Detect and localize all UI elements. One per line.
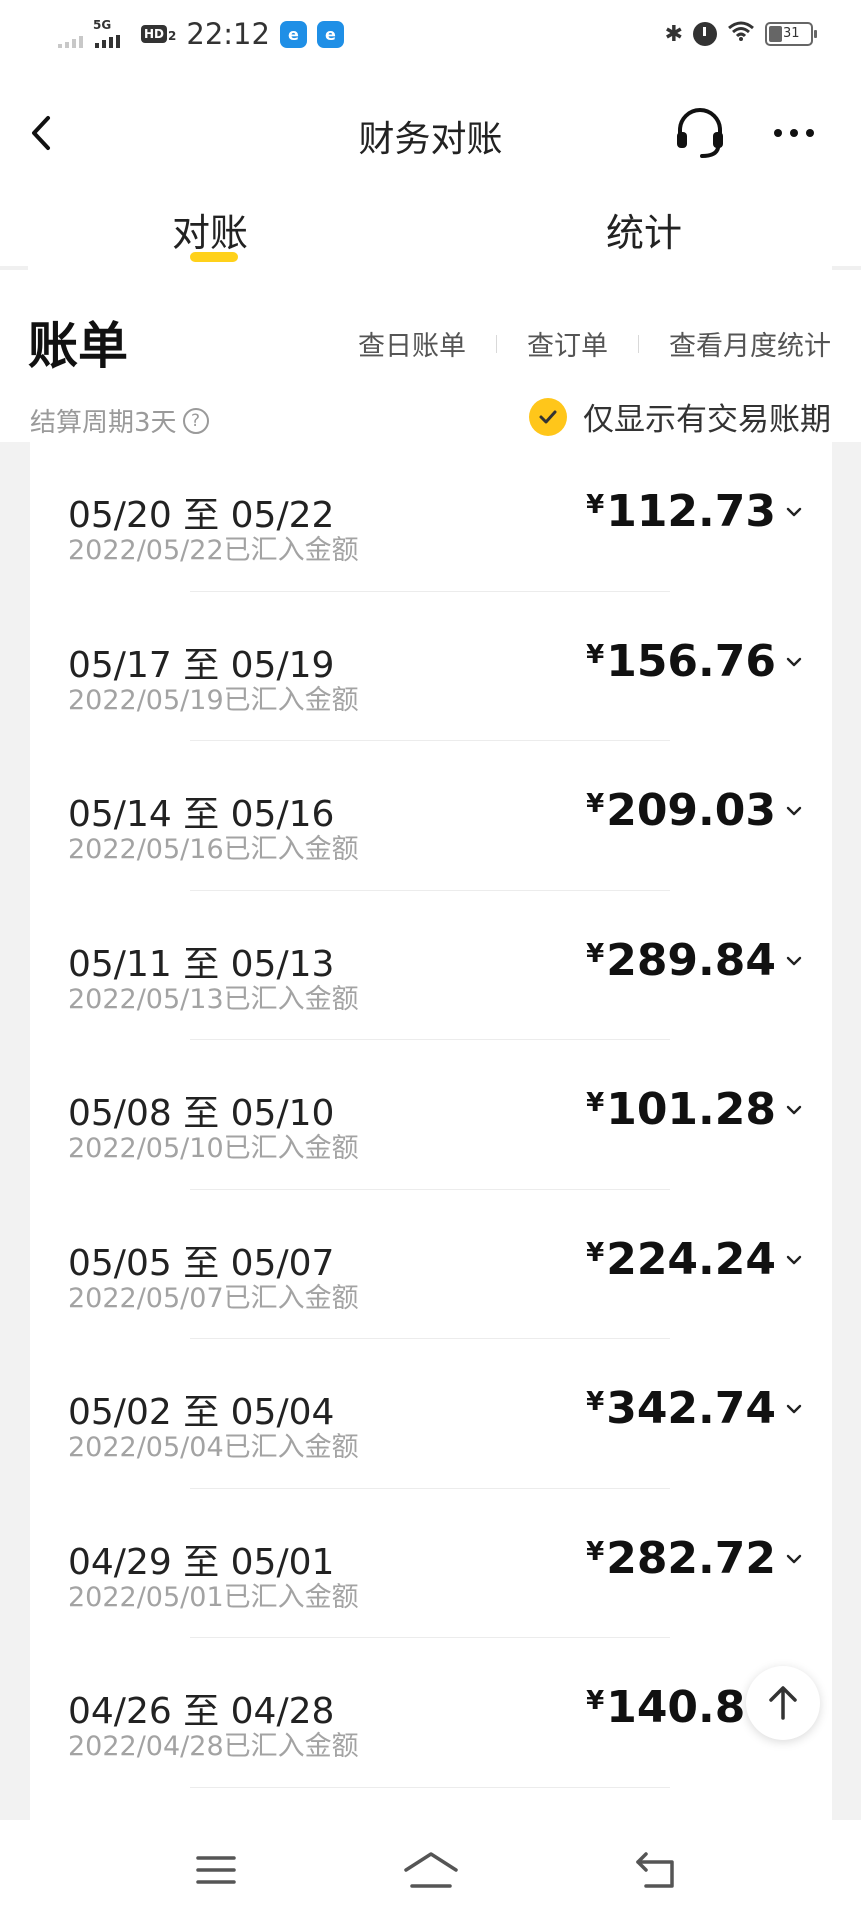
bill-row[interactable]: 05/05 至 05/07 2022/05/07已汇入金额 ¥224.24 <box>30 1190 832 1339</box>
back-nav-icon[interactable] <box>634 1850 678 1892</box>
chevron-down-icon[interactable] <box>786 803 802 819</box>
credited-date: 2022/05/10已汇入金额 <box>68 1133 359 1164</box>
link-divider <box>496 334 497 353</box>
chevron-down-icon[interactable] <box>786 953 802 969</box>
credited-date: 2022/05/07已汇入金额 <box>68 1282 359 1314</box>
amount-value: 101.28 <box>606 1084 776 1135</box>
back-to-top-button[interactable] <box>746 1666 820 1740</box>
bill-row[interactable]: 05/17 至 05/19 2022/05/19已汇入金额 ¥156.76 <box>30 592 832 741</box>
chevron-down-icon[interactable] <box>786 1252 802 1268</box>
help-icon[interactable]: ? <box>182 407 209 434</box>
row-divider <box>190 1786 670 1788</box>
bill-row[interactable]: 05/20 至 05/22 2022/05/22已汇入金额 ¥112.73 <box>30 442 832 592</box>
chevron-down-icon[interactable] <box>786 1102 802 1118</box>
orders-link[interactable]: 查订单 <box>527 324 608 363</box>
alarm-icon <box>693 22 717 46</box>
daily-bill-link[interactable]: 查日账单 <box>358 324 466 363</box>
bill-title: 账单 <box>28 317 128 375</box>
bill-amount: ¥209.03 <box>586 785 776 836</box>
more-icon[interactable] <box>768 108 820 158</box>
credited-date: 2022/05/19已汇入金额 <box>68 684 359 716</box>
battery-icon: 31 <box>765 22 817 46</box>
network-type: 5G <box>93 18 112 32</box>
bill-row[interactable]: 04/29 至 05/01 2022/05/01已汇入金额 ¥282.72 <box>30 1489 832 1638</box>
amount-value: 342.74 <box>606 1383 776 1434</box>
currency-symbol: ¥ <box>586 938 605 969</box>
hd-voice-icon: HD 2 <box>141 25 176 43</box>
headset-icon[interactable] <box>672 106 728 160</box>
bill-amount: ¥224.24 <box>586 1234 776 1285</box>
bill-row[interactable]: 04/26 至 04/28 2022/04/28已汇入金额 ¥140.80 <box>30 1638 832 1788</box>
bill-list: 05/20 至 05/22 2022/05/22已汇入金额 ¥112.73 05… <box>30 442 832 1820</box>
currency-symbol: ¥ <box>586 789 605 819</box>
filter-label: 仅显示有交易账期 <box>583 402 831 438</box>
credited-date: 2022/05/13已汇入金额 <box>68 983 359 1015</box>
page-title: 财务对账 <box>358 119 503 160</box>
chevron-down-icon[interactable] <box>786 504 802 520</box>
tab-bar: 对账 统计 <box>0 190 861 270</box>
currency-symbol: ¥ <box>586 1387 605 1417</box>
amount-value: 289.84 <box>606 934 776 986</box>
currency-symbol: ¥ <box>586 1088 605 1118</box>
settlement-cycle-text: 结算周期3天 <box>30 408 177 438</box>
active-tab-indicator <box>190 252 238 262</box>
system-navigation-bar <box>0 1820 861 1920</box>
bill-row[interactable]: 05/02 至 05/04 2022/05/04已汇入金额 ¥342.74 <box>30 1339 832 1489</box>
currency-symbol: ¥ <box>586 490 605 520</box>
home-icon[interactable] <box>402 1850 460 1894</box>
status-time: 22:12 <box>186 17 270 51</box>
menu-icon[interactable] <box>194 1850 238 1890</box>
status-bar: 5G HD 2 22:12 e e ✱ 31 <box>0 0 861 66</box>
chevron-down-icon[interactable] <box>786 1551 802 1567</box>
currency-symbol: ¥ <box>586 1686 605 1716</box>
chevron-down-icon[interactable] <box>786 654 802 670</box>
bill-row[interactable]: 05/14 至 05/16 2022/05/16已汇入金额 ¥209.03 <box>30 741 832 891</box>
monthly-stats-link[interactable]: 查看月度统计 <box>669 324 831 363</box>
checkbox-checked-icon[interactable] <box>529 397 567 436</box>
wifi-icon <box>727 20 755 48</box>
tab-statistics[interactable]: 统计 <box>606 202 682 257</box>
currency-symbol: ¥ <box>586 1237 605 1268</box>
credited-date: 2022/05/01已汇入金额 <box>68 1581 359 1613</box>
bill-row[interactable]: 05/11 至 05/13 2022/05/13已汇入金额 ¥289.84 <box>30 891 832 1040</box>
bluetooth-icon: ✱ <box>664 21 683 47</box>
amount-value: 156.76 <box>606 635 776 687</box>
signal-weak-icon <box>58 34 83 48</box>
signal-5g-icon: 5G <box>93 18 123 50</box>
chevron-down-icon[interactable] <box>786 1401 802 1417</box>
credited-date: 2022/05/22已汇入金额 <box>68 535 359 566</box>
app-notification-icon: e <box>316 20 344 48</box>
amount-value: 282.72 <box>606 1532 776 1584</box>
arrow-up-icon <box>769 1686 797 1720</box>
currency-symbol: ¥ <box>586 1536 605 1567</box>
tab-reconciliation[interactable]: 对账 <box>172 202 248 257</box>
bill-row[interactable]: 05/08 至 05/10 2022/05/10已汇入金额 ¥101.28 <box>30 1040 832 1190</box>
bill-amount: ¥101.28 <box>586 1084 776 1135</box>
app-notification-icon: e <box>279 20 307 48</box>
settlement-cycle: 结算周期3天 ? <box>30 402 209 439</box>
credited-date: 2022/05/04已汇入金额 <box>68 1432 359 1463</box>
amount-value: 209.03 <box>606 785 776 836</box>
bill-header: 账单 查日账单 查订单 查看月度统计 结算周期3天 ? 仅显示有交易账期 <box>0 270 861 450</box>
credited-date: 2022/05/16已汇入金额 <box>68 834 359 865</box>
bill-links: 查日账单 查订单 查看月度统计 <box>358 324 831 363</box>
bill-amount: ¥289.84 <box>586 935 776 986</box>
credited-date: 2022/04/28已汇入金额 <box>68 1731 359 1762</box>
bill-amount: ¥342.74 <box>586 1383 776 1434</box>
amount-value: 112.73 <box>606 486 776 537</box>
bill-amount: ¥282.72 <box>586 1533 776 1584</box>
nav-bar: 财务对账 <box>0 96 861 172</box>
bill-amount: ¥112.73 <box>586 486 776 537</box>
link-divider <box>638 334 639 353</box>
bill-amount: ¥156.76 <box>586 636 776 687</box>
amount-value: 224.24 <box>606 1233 776 1285</box>
currency-symbol: ¥ <box>586 639 605 670</box>
transaction-filter[interactable]: 仅显示有交易账期 <box>529 394 831 439</box>
